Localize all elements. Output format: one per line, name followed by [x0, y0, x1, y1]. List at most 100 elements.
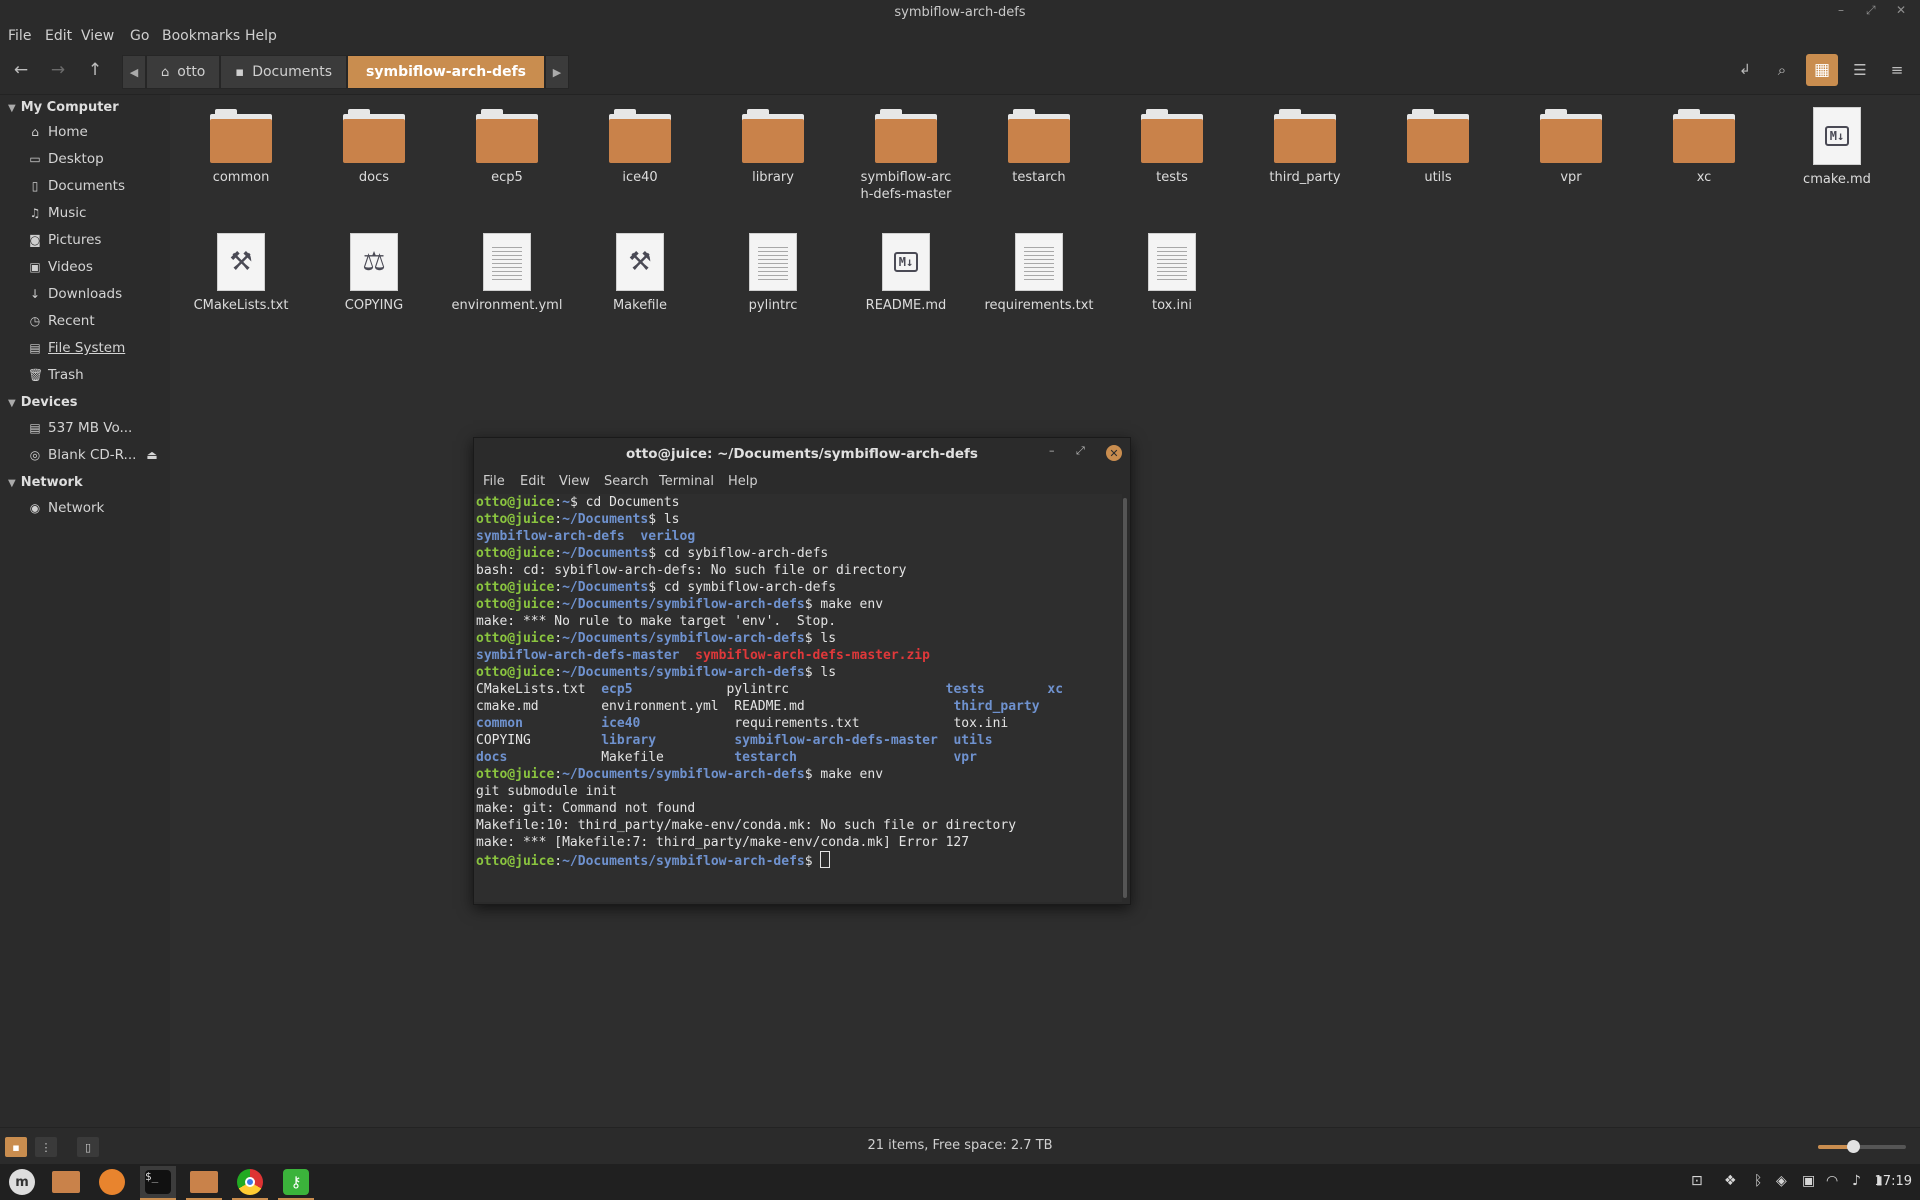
menu-bookmarks[interactable]: Bookmarks — [162, 28, 240, 44]
icon-view-icon[interactable]: ▦ — [1806, 54, 1838, 86]
terminal-menu-view[interactable]: View — [559, 474, 590, 489]
terminal-menu-help[interactable]: Help — [728, 474, 758, 489]
menu-view[interactable]: View — [81, 28, 114, 44]
terminal-line: git submodule init — [476, 784, 617, 799]
file-manager-taskbar-icon[interactable] — [186, 1166, 222, 1200]
terminal-maximize-button[interactable]: ⤢ — [1076, 444, 1085, 458]
folder-icon — [476, 109, 538, 163]
file-item[interactable]: third_party — [1245, 109, 1365, 186]
update-tray-icon[interactable]: ◈ — [1776, 1173, 1787, 1189]
clipboard-tray-icon[interactable]: ▣ — [1802, 1173, 1815, 1189]
breadcrumb-home[interactable]: ⌂ otto — [146, 55, 221, 89]
terminal-taskbar-icon[interactable]: $_ — [140, 1166, 176, 1200]
up-arrow-icon[interactable]: ↑ — [78, 54, 112, 86]
back-arrow-icon[interactable]: ← — [4, 54, 38, 86]
file-item[interactable]: symbiflow-arch-defs-master — [846, 109, 966, 203]
breadcrumb-left-arrow-icon[interactable]: ◀ — [122, 55, 146, 89]
sidebar-item-documents[interactable]: ▯ Documents — [28, 178, 125, 194]
minimize-button[interactable]: – — [1838, 3, 1844, 17]
file-item[interactable]: docs — [314, 109, 434, 186]
file-item[interactable]: M↓ cmake.md — [1777, 107, 1897, 188]
wifi-tray-icon[interactable]: ◠ — [1826, 1173, 1838, 1189]
file-item[interactable]: pylintrc — [713, 233, 833, 314]
sidebar-item-trash[interactable]: 🗑 Trash — [28, 367, 84, 383]
clock[interactable]: 17:19 — [1875, 1174, 1912, 1189]
taskbar: m $_ ⚷ ⊡ ❖ ᛒ ◈ ▣ ◠ ♪ ▮ 17:19 — [0, 1164, 1920, 1200]
file-item[interactable]: library — [713, 109, 833, 186]
dropbox-tray-icon[interactable]: ❖ — [1724, 1173, 1737, 1189]
mint-menu-icon[interactable]: m — [4, 1166, 40, 1198]
sidebar-item-recent[interactable]: ◷ Recent — [28, 313, 95, 329]
file-item[interactable]: tests — [1112, 109, 1232, 186]
breadcrumb-documents[interactable]: ▪ Documents — [220, 55, 348, 89]
sidebar-item-videos[interactable]: ▣ Videos — [28, 259, 93, 275]
terminal-menu-search[interactable]: Search — [604, 474, 649, 489]
sidebar-item-label: Home — [48, 124, 88, 140]
firefox-icon[interactable] — [94, 1166, 130, 1198]
close-button[interactable]: ✕ — [1896, 3, 1906, 17]
sidebar-item-pictures[interactable]: ◙ Pictures — [28, 232, 101, 248]
forward-arrow-icon[interactable]: → — [41, 54, 75, 86]
terminal-close-button[interactable]: ✕ — [1106, 445, 1122, 461]
terminal-menu-file[interactable]: File — [483, 474, 505, 489]
terminal-cursor — [820, 851, 831, 868]
file-item[interactable]: utils — [1378, 109, 1498, 186]
file-name: COPYING — [344, 298, 404, 313]
bluetooth-tray-icon[interactable]: ᛒ — [1754, 1173, 1762, 1189]
chrome-icon[interactable] — [232, 1166, 268, 1200]
maximize-button[interactable]: ⤢ — [1866, 3, 1876, 18]
file-item[interactable]: environment.yml — [447, 233, 567, 314]
terminal-output[interactable]: otto@juice:~$ cd Documents otto@juice:~/D… — [474, 494, 1122, 902]
file-item[interactable]: M↓ README.md — [846, 233, 966, 314]
sidebar-item-desktop[interactable]: ▭ Desktop — [28, 151, 103, 167]
terminal-line: otto@juice:~/Documents/symbiflow-arch-de… — [476, 767, 884, 782]
sidebar-item-downloads[interactable]: ↓ Downloads — [28, 286, 122, 302]
terminal-titlebar: otto@juice: ~/Documents/symbiflow-arch-d… — [474, 438, 1130, 470]
sidebar-item-network[interactable]: ◉ Network — [28, 500, 105, 516]
terminal-scrollbar[interactable] — [1123, 498, 1127, 898]
sidebar-item-blank-cd[interactable]: ◎ Blank CD-R... ⏏ — [28, 447, 158, 463]
terminal-menu-terminal[interactable]: Terminal — [659, 474, 714, 489]
menu-help[interactable]: Help — [245, 28, 277, 44]
menu-edit[interactable]: Edit — [45, 28, 72, 44]
search-icon[interactable]: ⌕ — [1765, 54, 1799, 86]
file-item[interactable]: xc — [1644, 109, 1764, 186]
keyring-app-icon[interactable]: ⚷ — [278, 1166, 314, 1200]
sidebar-item-volume[interactable]: ▤ 537 MB Vo... — [28, 420, 132, 436]
user-tray-icon[interactable]: ⊡ — [1691, 1173, 1703, 1189]
file-item[interactable]: ice40 — [580, 109, 700, 186]
file-item[interactable]: common — [181, 109, 301, 186]
list-view-icon[interactable]: ☰ — [1843, 54, 1877, 86]
file-item[interactable]: tox.ini — [1112, 233, 1232, 314]
file-item[interactable]: testarch — [979, 109, 1099, 186]
eject-icon[interactable]: ⏏ — [146, 448, 157, 462]
menu-file[interactable]: File — [8, 28, 31, 44]
file-item[interactable]: requirements.txt — [979, 233, 1099, 314]
section-label: My Computer — [20, 100, 119, 115]
breadcrumb-right-arrow-icon[interactable]: ▶ — [545, 55, 569, 89]
sidebar-section-network[interactable]: ▼ Network — [8, 475, 83, 490]
sidebar-item-home[interactable]: ⌂ Home — [28, 124, 88, 140]
file-item[interactable]: ecp5 — [447, 109, 567, 186]
sidebar-item-music[interactable]: ♫ Music — [28, 205, 87, 221]
file-item[interactable]: ⚒ Makefile — [580, 233, 700, 314]
file-item[interactable]: vpr — [1511, 109, 1631, 186]
file-item[interactable]: ⚒ CMakeLists.txt — [181, 233, 301, 314]
terminal-line: COPYING library symbiflow-arch-defs-mast… — [476, 733, 993, 748]
location-toggle-icon[interactable]: ↲ — [1728, 54, 1762, 86]
file-item[interactable]: ⚖ COPYING — [314, 233, 434, 314]
trash-icon: 🗑 — [28, 368, 44, 382]
sidebar-section-devices[interactable]: ▼ Devices — [8, 395, 78, 410]
volume-tray-icon[interactable]: ♪ — [1852, 1173, 1861, 1189]
compact-view-icon[interactable]: ≡ — [1880, 54, 1914, 86]
menu-go[interactable]: Go — [130, 28, 149, 44]
terminal-minimize-button[interactable]: – — [1049, 444, 1055, 457]
zoom-slider[interactable] — [1818, 1140, 1906, 1153]
breadcrumb-home-label: otto — [177, 64, 206, 80]
files-launcher-icon[interactable] — [48, 1166, 84, 1198]
scales-icon: ⚖ — [350, 233, 398, 291]
sidebar-item-file-system[interactable]: ▤ File System — [28, 340, 125, 356]
terminal-menu-edit[interactable]: Edit — [520, 474, 545, 489]
breadcrumb-current[interactable]: symbiflow-arch-defs — [347, 55, 545, 89]
sidebar-section-my-computer[interactable]: ▼ My Computer — [8, 100, 119, 115]
